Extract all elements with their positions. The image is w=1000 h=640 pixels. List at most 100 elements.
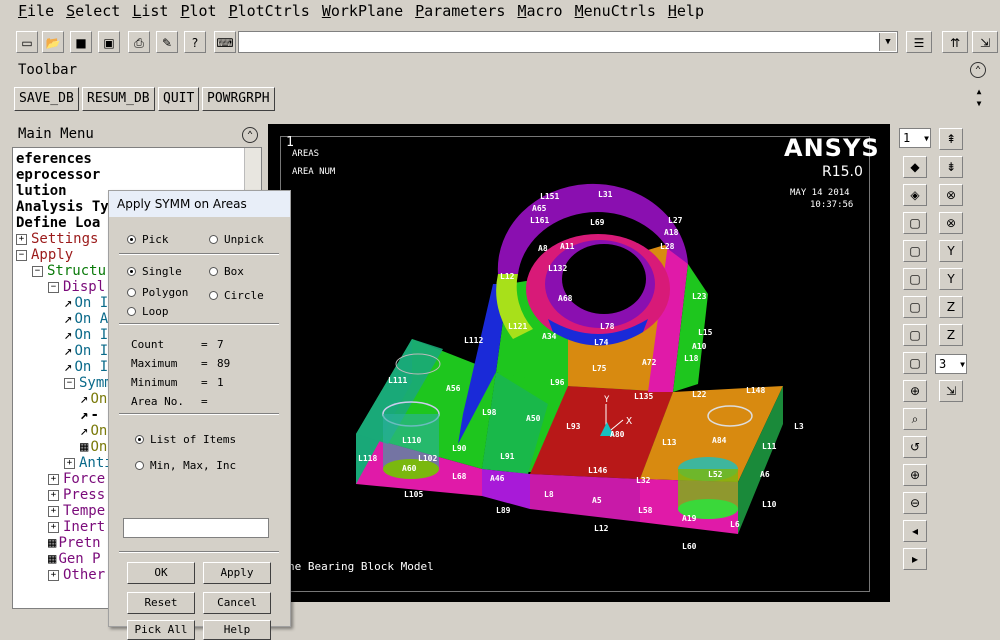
- menu-parameters[interactable]: Parameters: [409, 0, 511, 20]
- circle-radio[interactable]: Circle: [209, 289, 264, 302]
- zoom-out-small-icon[interactable]: ⇟: [939, 156, 963, 178]
- zoom-minus-icon[interactable]: ⊖: [903, 492, 927, 514]
- command-input[interactable]: ▼: [238, 31, 898, 53]
- tree-item[interactable]: eprocessor: [16, 167, 100, 183]
- reset-view-icon[interactable]: ▸: [903, 548, 927, 570]
- pick-radio[interactable]: Pick: [127, 233, 169, 246]
- tree-item[interactable]: + Press: [48, 487, 105, 503]
- polygon-radio[interactable]: Polygon: [127, 286, 188, 299]
- keyboard-icon[interactable]: ⌨: [214, 31, 236, 53]
- fit-view-icon[interactable]: ◂: [903, 520, 927, 542]
- tree-item[interactable]: ↗ On I: [64, 295, 108, 311]
- tree-item[interactable]: ▦ Gen P: [48, 551, 101, 567]
- tree-item[interactable]: ↗ On: [80, 391, 107, 407]
- back-view-icon[interactable]: ▢: [903, 296, 927, 318]
- box-radio[interactable]: Box: [209, 265, 244, 278]
- oblique-view-icon[interactable]: ◈: [903, 184, 927, 206]
- bottom-view-icon[interactable]: ▢: [903, 352, 927, 374]
- left-view-icon[interactable]: ▢: [903, 324, 927, 346]
- iso-view-icon[interactable]: ◆: [903, 156, 927, 178]
- tree-item[interactable]: ▦ Pretn: [48, 535, 101, 551]
- right-view-icon[interactable]: ▢: [903, 240, 927, 262]
- menu-plot[interactable]: Plot: [174, 0, 222, 20]
- powrgrph-button[interactable]: POWRGRPH: [202, 87, 275, 111]
- menu-list[interactable]: List: [126, 0, 174, 20]
- tree-item[interactable]: − Structu: [32, 263, 106, 279]
- tree-item[interactable]: ↗ On: [80, 423, 107, 439]
- tree-item[interactable]: + Settings: [16, 231, 98, 247]
- cancel-button[interactable]: Cancel: [203, 592, 271, 614]
- menu-select[interactable]: Select: [60, 0, 126, 20]
- single-radio[interactable]: Single: [127, 265, 182, 278]
- rotate-x-plus-icon[interactable]: ⊗: [939, 184, 963, 206]
- chevron-down-icon[interactable]: ▼: [879, 33, 896, 51]
- tree-item[interactable]: + Tempe: [48, 503, 105, 519]
- expand-icon[interactable]: +: [48, 489, 59, 501]
- tree-item[interactable]: ↗ -: [80, 407, 99, 423]
- min-max-inc-radio[interactable]: Min, Max, Inc: [135, 459, 236, 472]
- tree-item[interactable]: ↗ On I: [64, 343, 108, 359]
- expand-icon[interactable]: +: [64, 457, 75, 469]
- toolbar-scroll[interactable]: ▲ ▼: [972, 86, 986, 112]
- menu-macro[interactable]: Macro: [511, 0, 568, 20]
- unpick-radio[interactable]: Unpick: [209, 233, 264, 246]
- tree-item[interactable]: + Force: [48, 471, 105, 487]
- dynamic-mode-icon[interactable]: ⇲: [939, 380, 963, 402]
- tree-item[interactable]: eferences: [16, 151, 92, 167]
- tree-item[interactable]: Define Loa: [16, 215, 100, 231]
- tree-item[interactable]: + Anti: [64, 455, 113, 471]
- zoom-icon[interactable]: ⊕: [903, 380, 927, 402]
- report-icon[interactable]: ✎: [156, 31, 178, 53]
- collapse-icon[interactable]: −: [48, 281, 59, 293]
- model-cube-icon[interactable]: ▣: [98, 31, 120, 53]
- zoom-plus-icon[interactable]: ⊕: [903, 464, 927, 486]
- ok-button[interactable]: OK: [127, 562, 195, 584]
- expand-icon[interactable]: +: [48, 569, 59, 581]
- help-button[interactable]: Help: [203, 620, 271, 640]
- help-icon[interactable]: ?: [184, 31, 206, 53]
- menu-workplane[interactable]: WorkPlane: [316, 0, 409, 20]
- menu-help[interactable]: Help: [662, 0, 710, 20]
- collapse-main-menu-icon[interactable]: ⌃: [242, 127, 258, 143]
- collapse-icon[interactable]: −: [32, 265, 43, 277]
- apply-button[interactable]: Apply: [203, 562, 271, 584]
- print-icon[interactable]: ⎙: [128, 31, 150, 53]
- rotate-y-plus-icon[interactable]: Y: [939, 240, 963, 262]
- tree-item[interactable]: ▦ On: [80, 439, 107, 455]
- reset-button[interactable]: Reset: [127, 592, 195, 614]
- pick-entry-input[interactable]: [123, 518, 269, 538]
- collapse-icon[interactable]: −: [64, 377, 75, 389]
- raise-hidden-icon[interactable]: ⇈: [942, 31, 968, 53]
- save-db-button[interactable]: SAVE_DB: [14, 87, 79, 111]
- expand-icon[interactable]: +: [48, 505, 59, 517]
- tree-item[interactable]: ↗ On I: [64, 359, 108, 375]
- command-history-icon[interactable]: ☰: [906, 31, 932, 53]
- quit-button[interactable]: QUIT: [158, 87, 200, 111]
- reset-picking-icon[interactable]: ⇲: [972, 31, 998, 53]
- collapse-icon[interactable]: −: [16, 249, 27, 261]
- menu-file[interactable]: File: [12, 0, 60, 20]
- expand-icon[interactable]: +: [48, 473, 59, 485]
- rotate-z-plus-icon[interactable]: Z: [939, 296, 963, 318]
- graphics-window[interactable]: 1 AREAS AREA NUM ANSYS R15.0 MAY 14 2014…: [268, 124, 890, 602]
- menu-menuctrls[interactable]: MenuCtrls: [569, 0, 662, 20]
- rotate-z-minus-icon[interactable]: Z: [939, 324, 963, 346]
- box-zoom-icon[interactable]: ⌕: [903, 408, 927, 430]
- tree-item[interactable]: + Other: [48, 567, 105, 583]
- menu-plotctrls[interactable]: PlotCtrls: [223, 0, 316, 20]
- tree-item[interactable]: Analysis Ty: [16, 199, 109, 215]
- new-file-icon[interactable]: ▭: [16, 31, 38, 53]
- collapse-toolbar-icon[interactable]: ⌃: [970, 62, 986, 78]
- tree-item[interactable]: ↗ On A: [64, 311, 108, 327]
- pick-all-button[interactable]: Pick All: [127, 620, 195, 640]
- tree-item[interactable]: − Apply: [16, 247, 73, 263]
- open-folder-icon[interactable]: 📂: [42, 31, 64, 53]
- tree-item[interactable]: ↗ On I: [64, 327, 108, 343]
- loop-radio[interactable]: Loop: [127, 305, 169, 318]
- tree-item[interactable]: − Displ: [48, 279, 105, 295]
- tree-item[interactable]: lution: [16, 183, 67, 199]
- save-icon[interactable]: ■: [70, 31, 92, 53]
- top-view-icon[interactable]: ▢: [903, 268, 927, 290]
- expand-icon[interactable]: +: [16, 233, 27, 245]
- tree-item[interactable]: + Inert: [48, 519, 105, 535]
